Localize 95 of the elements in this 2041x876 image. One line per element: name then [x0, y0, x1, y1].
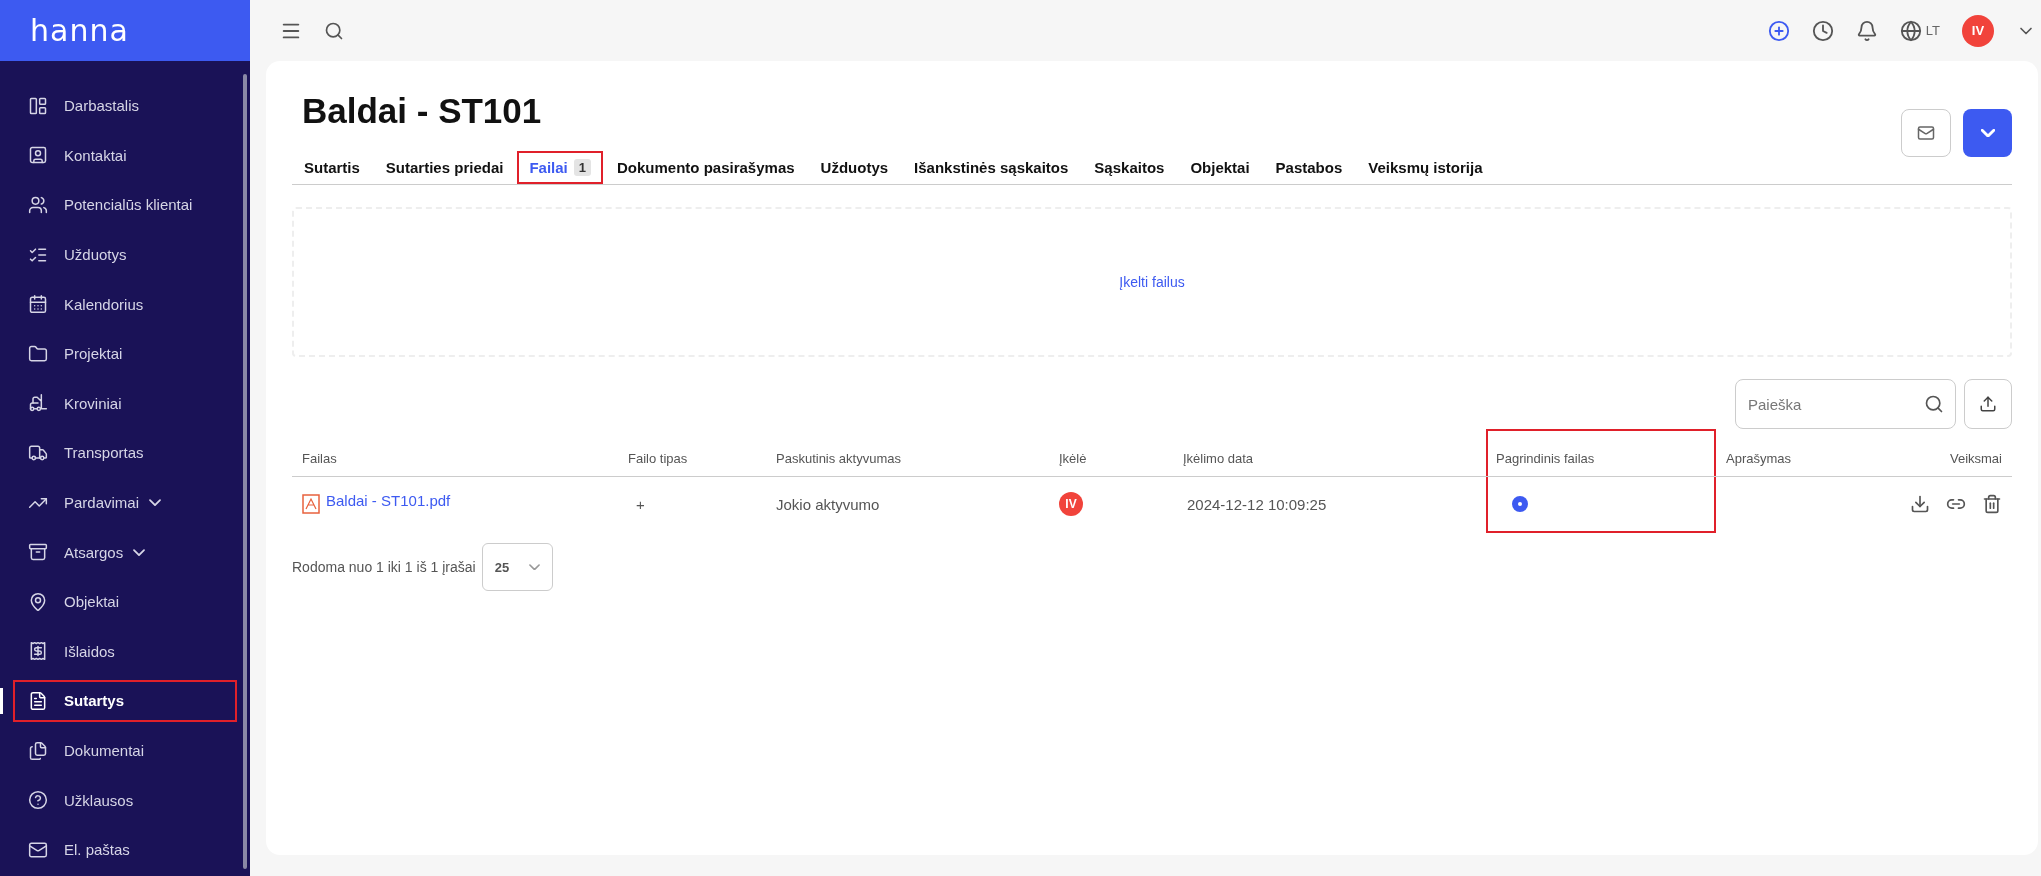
clock-icon[interactable]: [1811, 19, 1834, 42]
contact-card-icon: [28, 145, 48, 166]
sidebar-item[interactable]: Išlaidos: [0, 626, 250, 677]
column-header: Veiksmai: [1948, 450, 2003, 468]
sidebar-item[interactable]: Pardavimai: [0, 477, 250, 528]
sidebar-item-label: Kontaktai: [64, 146, 127, 164]
sidebar-item[interactable]: Kalendorius: [0, 279, 250, 329]
sidebar-item[interactable]: Transportas: [0, 428, 250, 478]
archive-icon: [28, 542, 48, 563]
download-icon[interactable]: [1910, 494, 1930, 514]
sidebar-item-label: Sutartys: [64, 692, 125, 710]
page-title: Baldai - ST101: [302, 91, 542, 131]
tab[interactable]: Sutartis: [292, 151, 372, 184]
chevron-down-icon: [133, 548, 146, 556]
column-header: Failo tipas: [627, 450, 689, 468]
pagination-summary: Rodoma nuo 1 iki 1 iš 1 įrašai: [292, 559, 476, 575]
dropdown-button[interactable]: [1963, 109, 2012, 157]
email-button[interactable]: [1901, 109, 1951, 157]
search-icon[interactable]: [324, 20, 344, 41]
mail-icon: [1917, 124, 1935, 142]
sidebar-item-label: Išlaidos: [64, 642, 115, 660]
sidebar-item[interactable]: Projektai: [0, 328, 250, 379]
pdf-file-icon: [302, 494, 320, 514]
sidebar-item-label: Dokumentai: [64, 742, 145, 759]
column-header: Įkėlė: [1058, 450, 1088, 468]
user-avatar[interactable]: IV: [1962, 14, 1994, 47]
upload-icon: [1979, 395, 1997, 413]
bell-icon[interactable]: [1855, 19, 1878, 42]
column-header: Įkėlimo data: [1182, 450, 1255, 468]
chevron-down-icon: [149, 498, 162, 507]
main-file-radio[interactable]: [1512, 496, 1528, 512]
sidebar-item[interactable]: Užklausos: [0, 775, 250, 825]
sidebar-item-label: Užduotys: [64, 246, 127, 264]
sidebar-item-label: Kalendorius: [64, 295, 144, 313]
sidebar-item-label: Potencialūs klientai: [64, 196, 193, 214]
receipt-icon: [28, 641, 48, 662]
users-icon: [28, 195, 48, 215]
upload-button[interactable]: [1964, 379, 2012, 429]
question-icon: [28, 790, 48, 811]
table-cell-text: +: [635, 495, 645, 513]
sidebar-item-label: Užklausos: [64, 791, 134, 809]
sidebar-item-label: Atsargos: [64, 543, 124, 561]
tab[interactable]: Failai 1: [517, 151, 603, 184]
column-header: Pagrindinis failas: [1486, 429, 1716, 476]
column-header: Paskutinis aktyvumas: [775, 450, 902, 468]
layout-icon: [28, 95, 48, 116]
sidebar-item-label: Projektai: [64, 345, 123, 363]
sidebar-item-label: Darbastalis: [64, 97, 140, 115]
tab[interactable]: Sutarties priedai: [373, 151, 516, 184]
language-label[interactable]: LT: [1925, 23, 1940, 38]
page-size-select[interactable]: 25: [481, 543, 553, 591]
trash-icon[interactable]: [1982, 494, 2002, 514]
sidebar-item[interactable]: Sutartys: [0, 676, 250, 726]
sidebar-item[interactable]: Dokumentai: [0, 725, 250, 776]
sidebar-item[interactable]: Kontaktai: [0, 130, 250, 181]
column-header: Aprašymas: [1725, 450, 1793, 468]
tab[interactable]: Pastabos: [1263, 151, 1355, 184]
tab[interactable]: Sąskaitos: [1082, 151, 1177, 184]
sidebar-item-label: Transportas: [64, 444, 144, 462]
chevron-down-icon: [528, 563, 540, 571]
upload-files-link[interactable]: Įkelti failus: [1119, 274, 1185, 290]
file-dropzone[interactable]: Įkelti failus: [292, 207, 2012, 357]
table-cell: Jokio aktyvumo: [776, 495, 880, 513]
uploader-avatar: IV: [1059, 492, 1083, 516]
search-field[interactable]: Paieška: [1735, 379, 1956, 429]
tab[interactable]: Dokumento pasirašymas: [605, 151, 807, 184]
tab[interactable]: Objektai: [1178, 151, 1262, 184]
file-link[interactable]: Baldai - ST101.pdf: [326, 491, 451, 509]
forklift-icon: [28, 393, 48, 414]
sidebar-item[interactable]: Užduotys: [0, 229, 250, 280]
tab[interactable]: Veiksmų istorija: [1356, 151, 1495, 184]
count-badge: 1: [573, 159, 591, 176]
folder-icon: [28, 343, 48, 364]
map-pin-icon: [28, 591, 48, 612]
table-cell-text: 2024-12-12 10:09:25: [1186, 495, 1327, 513]
add-icon[interactable]: [1767, 19, 1790, 42]
files-icon: [28, 740, 48, 761]
calendar-icon: [28, 294, 48, 315]
document-icon: [28, 690, 48, 711]
tab[interactable]: Išankstinės sąskaitos: [902, 151, 1081, 184]
chevron-down-icon: [1980, 128, 1995, 138]
search-icon[interactable]: [1924, 394, 1944, 414]
sidebar-item[interactable]: Potencialūs klientai: [0, 180, 250, 230]
sidebar-item[interactable]: Atsargos: [0, 527, 250, 577]
sidebar-item[interactable]: Darbastalis: [0, 81, 250, 131]
sidebar-item[interactable]: El. paštas: [0, 824, 250, 875]
sidebar-item-label: Objektai: [64, 593, 120, 611]
tab[interactable]: Užduotys: [808, 151, 901, 184]
sidebar-item-label: Kroviniai: [64, 394, 122, 412]
sidebar-item-label: Pardavimai: [64, 494, 140, 512]
column-header: Failas: [301, 450, 338, 468]
sidebar-item-label: El. paštas: [64, 841, 130, 859]
globe-icon[interactable]: [1899, 19, 1922, 42]
sidebar-item[interactable]: Kroviniai: [0, 378, 250, 429]
sidebar-item[interactable]: Objektai: [0, 576, 250, 627]
